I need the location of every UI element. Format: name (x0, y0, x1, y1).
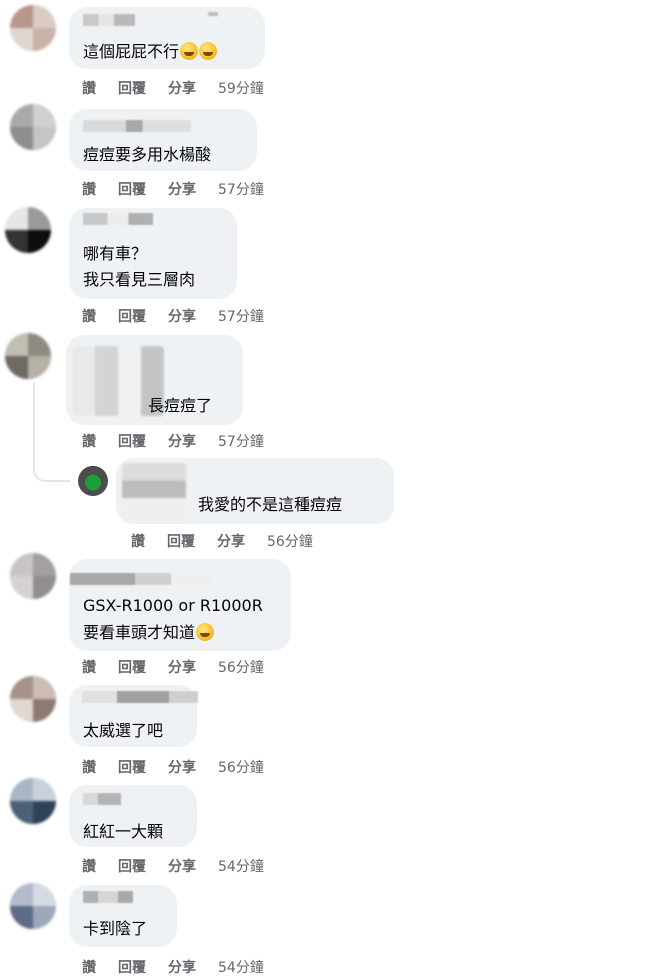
avatar[interactable] (5, 207, 51, 253)
comment-actions: 讚 回覆 分享 57分鐘 (82, 431, 264, 451)
commenter-name-redacted[interactable] (83, 793, 121, 805)
like-button[interactable]: 讚 (82, 757, 96, 777)
commenter-name-redacted[interactable] (83, 891, 133, 903)
reply-button[interactable]: 回覆 (118, 757, 146, 777)
comment-actions: 讚 回覆 分享 57分鐘 (82, 179, 264, 199)
reply-button[interactable]: 回覆 (118, 78, 146, 98)
like-button[interactable]: 讚 (82, 78, 96, 98)
share-button[interactable]: 分享 (217, 531, 245, 551)
comment-text: 哪有車？ (83, 244, 148, 263)
crying-face-emoji (199, 42, 218, 60)
avatar[interactable] (5, 333, 51, 379)
comment-text: 這個屁屁不行 (83, 38, 218, 66)
comment-text: 我愛的不是這種痘痘 (198, 495, 343, 514)
avatar[interactable] (10, 5, 56, 51)
commenter-name-redacted[interactable] (83, 213, 153, 225)
timestamp[interactable]: 59分鐘 (218, 78, 264, 98)
comment-actions: 讚 回覆 分享 57分鐘 (82, 306, 264, 326)
avatar[interactable] (10, 676, 56, 722)
comment-text: 我只看見三層肉 (83, 270, 196, 289)
share-button[interactable]: 分享 (168, 657, 196, 677)
avatar[interactable] (10, 883, 56, 929)
comment-actions: 讚 回覆 分享 56分鐘 (82, 757, 264, 777)
comment-text: 紅紅一大顆 (83, 822, 164, 841)
comment-text: 痘痘要多用水楊酸 (83, 145, 212, 164)
timestamp[interactable]: 54分鐘 (218, 856, 264, 876)
timestamp[interactable]: 56分鐘 (218, 657, 264, 677)
reply-button[interactable]: 回覆 (118, 657, 146, 677)
comment-actions: 讚 回覆 分享 56分鐘 (82, 657, 264, 677)
avatar[interactable] (10, 104, 56, 150)
commenter-name-redacted[interactable] (83, 120, 191, 132)
like-button[interactable]: 讚 (82, 179, 96, 199)
like-button[interactable]: 讚 (82, 431, 96, 451)
laughing-crying-emoji (196, 623, 215, 641)
comment-text: 卡到陰了 (83, 919, 148, 938)
reply-button[interactable]: 回覆 (118, 957, 146, 977)
commenter-name-redacted[interactable] (208, 12, 218, 16)
commenter-name-redacted[interactable] (82, 691, 198, 703)
share-button[interactable]: 分享 (168, 431, 196, 451)
share-button[interactable]: 分享 (168, 856, 196, 876)
timestamp[interactable]: 56分鐘 (267, 531, 313, 551)
timestamp[interactable]: 54分鐘 (218, 957, 264, 977)
commenter-name-redacted[interactable] (83, 14, 135, 26)
like-button[interactable]: 讚 (82, 657, 96, 677)
timestamp[interactable]: 57分鐘 (218, 431, 264, 451)
comment-text: 長痘痘了 (148, 396, 213, 415)
comment-actions: 讚 回覆 分享 54分鐘 (82, 957, 264, 977)
share-button[interactable]: 分享 (168, 757, 196, 777)
avatar[interactable] (10, 778, 56, 824)
comment-text: 太威選了吧 (83, 721, 164, 740)
comment-actions: 讚 回覆 分享 54分鐘 (82, 856, 264, 876)
reply-button[interactable]: 回覆 (118, 179, 146, 199)
timestamp[interactable]: 57分鐘 (218, 306, 264, 326)
crying-face-emoji (180, 42, 199, 60)
sticker-image-redacted (122, 463, 186, 521)
like-button[interactable]: 讚 (131, 531, 145, 551)
reply-button[interactable]: 回覆 (118, 431, 146, 451)
commenter-name-redacted[interactable] (70, 573, 214, 585)
share-button[interactable]: 分享 (168, 179, 196, 199)
share-button[interactable]: 分享 (168, 306, 196, 326)
avatar[interactable] (78, 466, 108, 496)
reply-button[interactable]: 回覆 (118, 306, 146, 326)
timestamp[interactable]: 56分鐘 (218, 757, 264, 777)
like-button[interactable]: 讚 (82, 856, 96, 876)
share-button[interactable]: 分享 (168, 957, 196, 977)
like-button[interactable]: 讚 (82, 306, 96, 326)
reply-button[interactable]: 回覆 (118, 856, 146, 876)
share-button[interactable]: 分享 (168, 78, 196, 98)
avatar[interactable] (10, 553, 56, 599)
comment-actions: 讚 回覆 分享 56分鐘 (131, 531, 313, 551)
comment-actions: 讚 回覆 分享 59分鐘 (82, 78, 264, 98)
comment-text: 要看車頭才知道 (83, 619, 215, 647)
comment-text: GSX-R1000 or R1000R (83, 596, 263, 615)
timestamp[interactable]: 57分鐘 (218, 179, 264, 199)
reply-button[interactable]: 回覆 (167, 531, 195, 551)
like-button[interactable]: 讚 (82, 957, 96, 977)
